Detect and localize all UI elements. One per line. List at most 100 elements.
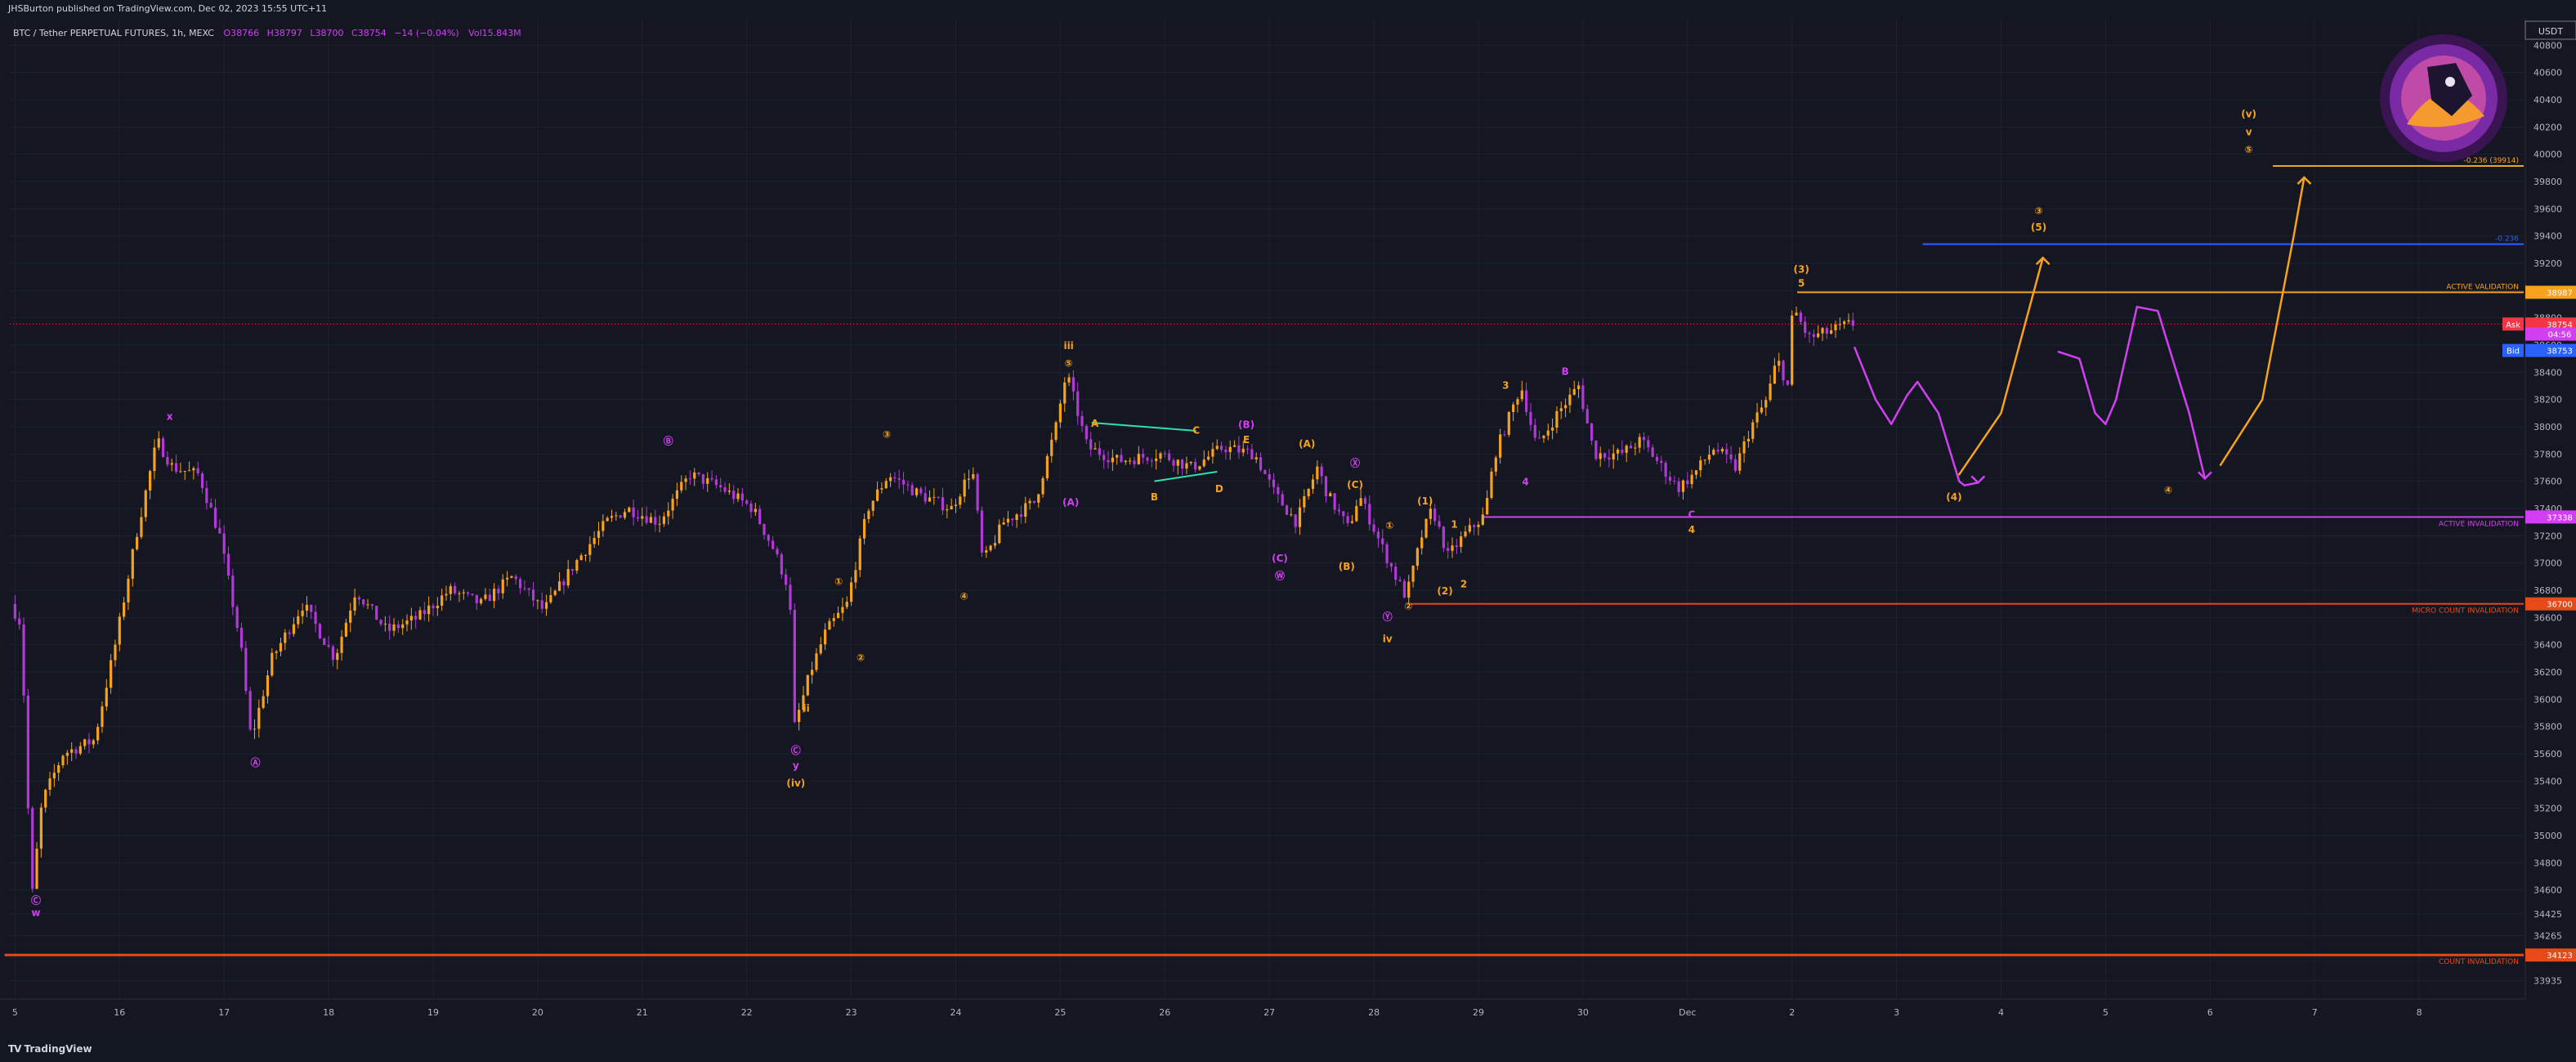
- candle-body: [967, 478, 971, 480]
- x-tick-label: 2: [1789, 1007, 1795, 1018]
- chart-area[interactable]: -0.236 (39914) -0.236 ACTIVE VALIDATION ACT…: [0, 18, 2576, 1041]
- candle-body: [1381, 538, 1384, 544]
- wave-label: Ⓦ: [1275, 570, 1285, 582]
- candle-body: [906, 484, 910, 486]
- candle-body: [1712, 450, 1715, 455]
- candle-body: [1389, 562, 1393, 567]
- candle-body: [392, 624, 396, 631]
- y-tick-label: 35600: [2534, 749, 2562, 760]
- candle-body: [13, 603, 16, 619]
- candle-body: [959, 496, 962, 505]
- y-tick-label: 39400: [2534, 231, 2562, 242]
- candle-body: [1355, 505, 1358, 522]
- candle-body: [1834, 324, 1837, 331]
- y-tick-label: 37600: [2534, 477, 2562, 487]
- candle-body: [1024, 503, 1027, 517]
- candle-body: [405, 620, 409, 625]
- candle-body: [114, 644, 117, 661]
- candle-body: [110, 660, 113, 688]
- candle-body: [1311, 479, 1315, 489]
- candle-body: [475, 594, 478, 603]
- y-tick-label: 37200: [2534, 531, 2562, 541]
- candle-body: [593, 537, 596, 544]
- candle-body: [1272, 479, 1276, 487]
- candle-body: [1791, 315, 1794, 385]
- candle-body: [662, 516, 666, 524]
- x-tick-label: 25: [1054, 1007, 1066, 1018]
- candle-body: [675, 490, 679, 500]
- candle-body: [266, 675, 270, 697]
- candle-body: [418, 610, 422, 620]
- candle-body: [427, 605, 431, 615]
- wave-label: Ⓒ: [791, 744, 801, 756]
- candle-body: [1799, 312, 1802, 322]
- candle-body: [562, 581, 566, 586]
- candle-body: [123, 602, 126, 617]
- candle-body: [357, 597, 360, 600]
- candle-body: [1211, 449, 1214, 457]
- candle-body: [875, 489, 879, 501]
- candle-body: [1163, 453, 1166, 455]
- candle-body: [584, 554, 588, 556]
- candle-body: [1655, 456, 1659, 461]
- candle-body: [1494, 457, 1497, 472]
- candle-body: [1830, 330, 1833, 334]
- candle-body: [153, 447, 156, 472]
- candle-body: [1486, 498, 1489, 515]
- candle-body: [349, 610, 352, 623]
- legend-line: BTC / Tether PERPETUAL FUTURES, 1h, MEXC…: [13, 28, 521, 38]
- price-tag-label: 38987: [2547, 289, 2573, 298]
- x-tick-label: 22: [741, 1007, 753, 1018]
- candle-body: [445, 594, 448, 596]
- candle-body: [732, 491, 736, 500]
- tradingview-logo[interactable]: TV TradingView: [8, 1043, 92, 1055]
- candle-body: [1490, 471, 1493, 499]
- candle-body: [1733, 459, 1737, 471]
- candle-body: [518, 579, 522, 589]
- legend-volume: Vol15.843M: [468, 28, 521, 38]
- candle-body: [910, 485, 914, 495]
- candle-body: [1198, 466, 1201, 470]
- candle-body: [1634, 447, 1637, 449]
- candle-body: [880, 488, 883, 490]
- candle-body: [1512, 404, 1515, 413]
- candle-body: [654, 517, 657, 525]
- candle-body: [980, 510, 984, 553]
- candle-body: [1155, 458, 1158, 461]
- candle-body: [1594, 440, 1598, 459]
- wave-label: 2: [1460, 579, 1467, 590]
- candle-body: [536, 600, 539, 602]
- candle-body: [623, 512, 627, 518]
- candle-body: [284, 632, 287, 643]
- candle-body: [183, 471, 186, 473]
- author-avatar: [2380, 34, 2507, 162]
- candle-body: [375, 605, 378, 621]
- candle-body: [1499, 434, 1502, 458]
- candle-body: [1629, 446, 1633, 449]
- candle-body: [288, 632, 291, 634]
- candle-body: [1563, 405, 1568, 409]
- wave-label: ii: [803, 702, 809, 714]
- candle-body: [1720, 449, 1724, 452]
- tradingview-logo-icon: TV: [8, 1043, 22, 1055]
- candle-body: [1773, 365, 1776, 384]
- candle-body: [1259, 457, 1263, 471]
- candle-body: [218, 527, 221, 534]
- candle-body: [1150, 460, 1153, 462]
- candle-body: [1002, 522, 1005, 525]
- candle-body: [740, 493, 744, 501]
- candle-body: [1742, 441, 1746, 454]
- level-label-active_validation: ACTIVE VALIDATION: [2446, 284, 2519, 292]
- candle-body: [819, 644, 822, 654]
- candle-body: [1307, 488, 1310, 496]
- price-tag-prefix: Bid: [2507, 347, 2520, 356]
- candle-body: [1185, 463, 1188, 469]
- candle-body: [1324, 476, 1328, 497]
- candle-body: [1407, 581, 1411, 598]
- price-chart[interactable]: -0.236 (39914) -0.236 ACTIVE VALIDATION ACT…: [0, 18, 2576, 1041]
- wave-label: Ⓨ: [1383, 611, 1393, 623]
- candle-body: [257, 707, 261, 729]
- wave-label: (B): [1238, 419, 1254, 431]
- candle-body: [1507, 412, 1510, 435]
- y-tick-label: 36600: [2534, 612, 2562, 623]
